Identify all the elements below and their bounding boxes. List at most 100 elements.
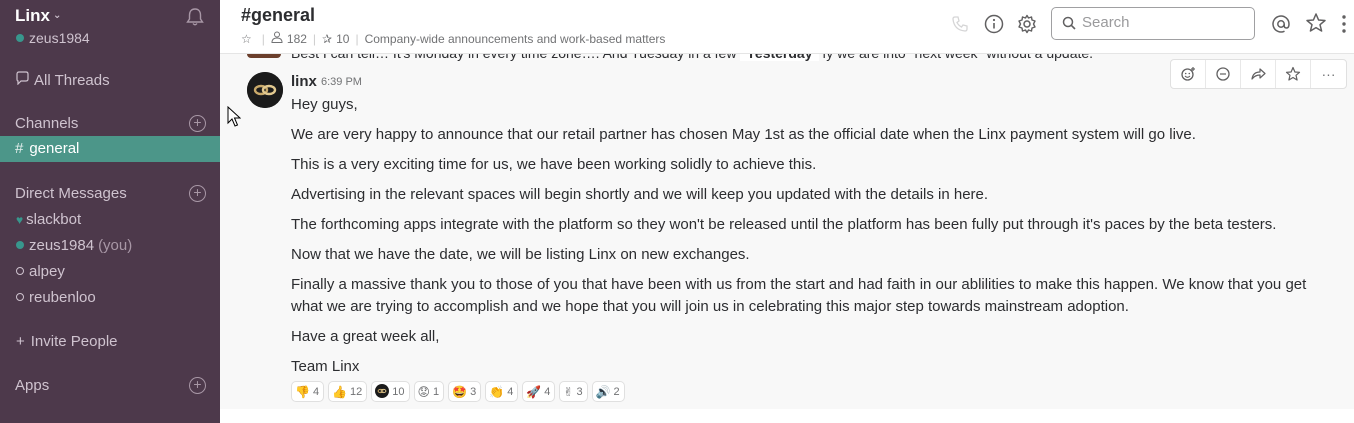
message-paragraph: Now that we have the date, we will be li… [291, 246, 750, 263]
current-username: zeus1984 [29, 30, 90, 46]
dm-item-slackbot[interactable]: ♥ slackbot [16, 211, 81, 228]
message-paragraph: Hey guys, [291, 96, 358, 113]
add-dm-icon[interactable]: + [189, 185, 206, 202]
reaction-count: 3 [470, 385, 477, 398]
message-paragraph: Advertising in the relevant spaces will … [291, 186, 989, 203]
pinned-count[interactable]: 10 [336, 32, 349, 46]
message-paragraph: Have a great week all, [291, 328, 440, 345]
reaction-thumbsdown[interactable]: 👎 4 [291, 381, 325, 402]
reaction-count: 2 [613, 385, 620, 398]
member-count[interactable]: 182 [287, 32, 307, 46]
presence-away-icon [16, 267, 24, 275]
add-app-icon[interactable]: + [189, 377, 206, 394]
search-input[interactable] [1082, 14, 1242, 31]
presence-away-icon [16, 293, 24, 301]
sidebar-item-general[interactable]: # general [0, 136, 220, 162]
current-user[interactable]: zeus1984 [16, 30, 90, 46]
heart-icon: ♥ [16, 213, 24, 227]
presence-online-icon [16, 34, 24, 42]
message-actions: ··· [1170, 59, 1347, 89]
all-threads-link[interactable]: All Threads [15, 71, 110, 89]
message-paragraph: The forthcoming apps integrate with the … [291, 216, 1277, 233]
invite-people-link[interactable]: + Invite People [16, 333, 118, 350]
threads-icon [15, 71, 30, 89]
search-icon [1062, 16, 1076, 30]
all-threads-label: All Threads [34, 72, 110, 89]
reaction-count: 4 [544, 385, 551, 398]
thumbs-up-icon: 👍 [332, 384, 348, 399]
sidebar: Linx ⌄ zeus1984 All Threads Channels + # g… [0, 0, 220, 423]
more-actions-icon[interactable]: ··· [1311, 60, 1346, 88]
star-outline-icon[interactable]: ☆ [241, 32, 252, 46]
info-icon[interactable] [983, 13, 1005, 35]
loud-sound-icon: 🔊 [595, 384, 611, 399]
message-list-bottom [220, 409, 1354, 423]
more-vertical-icon[interactable] [1338, 13, 1350, 35]
reaction-count: 12 [350, 385, 363, 398]
start-thread-icon[interactable] [1206, 60, 1241, 88]
avatar[interactable] [247, 72, 283, 108]
bell-icon[interactable] [184, 6, 206, 28]
dm-item-zeus1984[interactable]: zeus1984 (you) [16, 237, 132, 254]
message-paragraph: We are very happy to announce that our r… [291, 126, 1196, 143]
thumbs-down-icon: 👎 [295, 384, 310, 399]
app-window: Linx ⌄ zeus1984 All Threads Channels + # g… [0, 0, 1354, 423]
gear-icon[interactable] [1016, 13, 1038, 35]
team-name: Linx [15, 6, 50, 25]
message-paragraph: This is a very exciting time for us, we … [291, 156, 817, 173]
member-icon [271, 31, 283, 46]
dm-item-alpey[interactable]: alpey [16, 263, 65, 280]
reaction-loud-sound[interactable]: 🔊 2 [591, 381, 625, 402]
message-author[interactable]: linx [291, 73, 317, 90]
chevron-down-icon: ⌄ [52, 10, 62, 21]
message-paragraph: Finally a massive thank you to those of … [291, 276, 1307, 315]
reaction-worried[interactable]: 😟 1 [413, 381, 445, 402]
reaction-clap[interactable]: 👏 4 [485, 381, 519, 402]
dm-item-reubenloo[interactable]: reubenloo [16, 289, 96, 306]
add-reaction-icon[interactable] [1171, 60, 1206, 88]
channel-topic[interactable]: Company-wide announcements and work-base… [365, 32, 666, 46]
reaction-linx[interactable]: 10 [371, 381, 410, 402]
you-tag: (you) [98, 237, 133, 254]
reaction-thumbsup[interactable]: 👍 12 [328, 381, 368, 402]
rocket-icon: 🚀 [526, 384, 542, 399]
channels-heading[interactable]: Channels [15, 115, 78, 132]
victory-hand-icon: ✌ [563, 384, 574, 399]
reaction-count: 10 [392, 385, 405, 398]
team-menu[interactable]: Linx ⌄ [15, 6, 61, 26]
reaction-count: 4 [507, 385, 514, 398]
mouse-cursor-icon [227, 106, 241, 127]
clap-icon: 👏 [489, 384, 505, 399]
reaction-star-struck[interactable]: 🤩 3 [448, 381, 482, 402]
phone-icon[interactable] [950, 14, 970, 34]
divider: | [355, 31, 359, 46]
message-timestamp[interactable]: 6:39 PM [321, 76, 362, 88]
linx-logo-icon [375, 383, 390, 400]
channel-title[interactable]: #general [241, 5, 315, 26]
search-box[interactable] [1051, 7, 1255, 40]
plus-icon: + [16, 333, 25, 350]
channel-label: general [29, 140, 80, 157]
dm-label: zeus1984 [29, 237, 95, 254]
share-icon[interactable] [1241, 60, 1276, 88]
add-channel-icon[interactable]: + [189, 115, 206, 132]
message-paragraph: Team Linx [291, 358, 360, 375]
mentions-icon[interactable] [1270, 13, 1292, 35]
invite-label: Invite People [30, 333, 118, 350]
star-message-icon[interactable] [1276, 60, 1311, 88]
apps-heading[interactable]: Apps [15, 377, 49, 394]
linx-logo-icon [247, 72, 283, 108]
reaction-rocket[interactable]: 🚀 4 [522, 381, 556, 402]
worried-face-icon: 😟 [417, 384, 431, 399]
reaction-victory[interactable]: ✌ 3 [559, 381, 588, 402]
reaction-count: 3 [576, 385, 583, 398]
reaction-count: 1 [433, 385, 440, 398]
direct-messages-heading[interactable]: Direct Messages [15, 185, 127, 202]
hash-icon: # [15, 140, 24, 157]
reaction-count: 4 [312, 385, 320, 398]
dm-label: reubenloo [29, 289, 96, 306]
divider: | [312, 31, 317, 46]
star-icon[interactable] [1305, 12, 1327, 34]
pin-icon: ✰ [322, 31, 333, 46]
channel-header: #general ☆ | 182 | ✰ 10 | Company-wide a… [220, 0, 1354, 54]
